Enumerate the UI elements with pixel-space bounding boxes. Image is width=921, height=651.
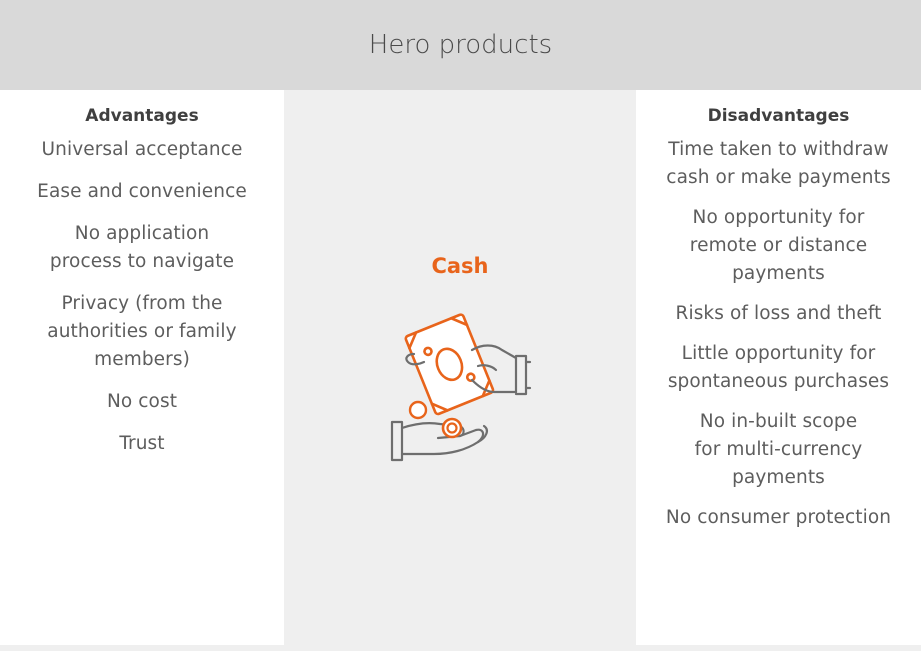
disadvantage-item: Little opportunity for spontaneous purch… xyxy=(667,343,890,392)
disadvantage-item: Risks of loss and theft xyxy=(675,303,882,324)
advantage-item: No cost xyxy=(106,391,178,412)
product-title: Cash xyxy=(431,254,489,278)
advantage-item: Universal acceptance xyxy=(41,139,243,160)
bottom-divider xyxy=(0,645,921,651)
disadvantage-item: No consumer protection xyxy=(665,507,892,528)
advantage-item: Privacy (from the authorities or family … xyxy=(47,293,237,370)
advantages-column: Advantages Universal acceptance Ease and… xyxy=(0,90,284,651)
hands-exchanging-cash-icon xyxy=(374,300,544,470)
product-column: Cash xyxy=(284,90,636,651)
disadvantages-heading: Disadvantages xyxy=(707,106,850,126)
header-bar: Hero products xyxy=(0,0,921,90)
disadvantage-item: No in-built scope for multi-currency pay… xyxy=(694,411,863,488)
page-title: Hero products xyxy=(368,30,553,60)
disadvantages-column: Disadvantages Time taken to withdraw cas… xyxy=(636,90,921,651)
advantage-item: Ease and convenience xyxy=(37,181,247,202)
advantage-item: Trust xyxy=(119,433,165,454)
advantage-item: No application process to navigate xyxy=(49,223,235,272)
advantages-heading: Advantages xyxy=(85,106,199,126)
disadvantage-item: No opportunity for remote or distance pa… xyxy=(689,207,868,284)
disadvantage-item: Time taken to withdraw cash or make paym… xyxy=(666,139,891,188)
